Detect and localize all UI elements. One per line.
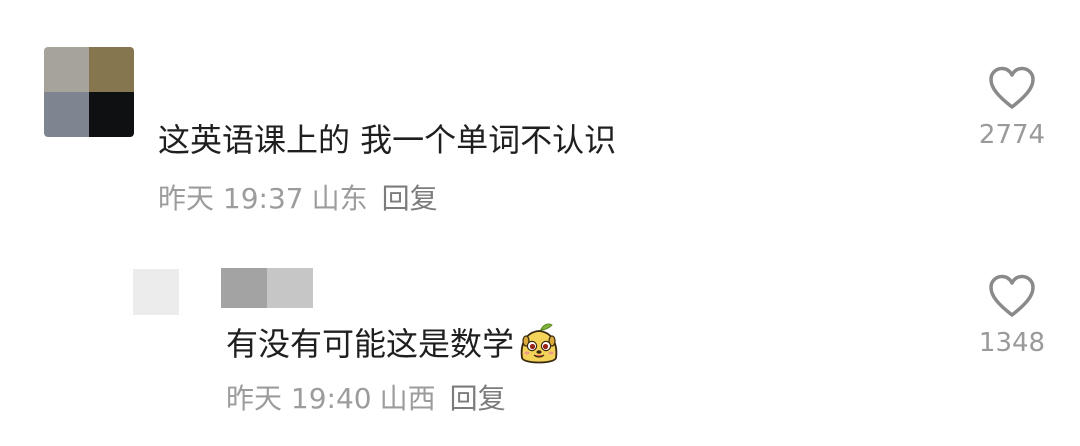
comment-text: 有没有可能这是数学 (226, 325, 515, 363)
avatar-pixel (44, 92, 89, 137)
comment-time: 昨天 19:40 (226, 382, 372, 415)
avatar-pixel (89, 92, 134, 137)
redaction-block (221, 268, 267, 308)
like-count: 2774 (978, 120, 1046, 150)
reply-button[interactable]: 回复 (450, 382, 506, 415)
avatar-pixel (44, 47, 89, 92)
avatar-pixel (89, 47, 134, 92)
username-redacted (221, 268, 313, 308)
cute-yellow-dog-emoji-icon (520, 323, 558, 364)
comment-item: 这英语课上的 我一个单词不认识 昨天 19:37 山东 回复 2774 (0, 0, 1080, 240)
comment-meta: 昨天 19:40 山西 回复 (226, 382, 506, 416)
comment-text-row: 有没有可能这是数学 (226, 322, 562, 366)
comment-region: 山东 (311, 182, 368, 215)
comment-meta: 昨天 19:37 山东 回复 (158, 182, 438, 216)
heart-icon (989, 66, 1035, 109)
user-avatar[interactable] (44, 47, 134, 137)
like-button[interactable]: 1348 (972, 274, 1052, 358)
user-avatar[interactable] (133, 269, 179, 315)
reply-button[interactable]: 回复 (382, 182, 438, 215)
heart-icon (989, 274, 1035, 317)
comment-time: 昨天 19:37 (158, 182, 304, 215)
reply-comment-item: 有没有可能这是数学 昨天 19:40 山西 回复 1348 (0, 240, 1080, 446)
comment-text: 这英语课上的 我一个单词不认识 (158, 121, 617, 159)
redaction-block (267, 268, 313, 308)
comment-region: 山西 (379, 382, 436, 415)
like-count: 1348 (978, 328, 1046, 358)
like-button[interactable]: 2774 (972, 66, 1052, 150)
